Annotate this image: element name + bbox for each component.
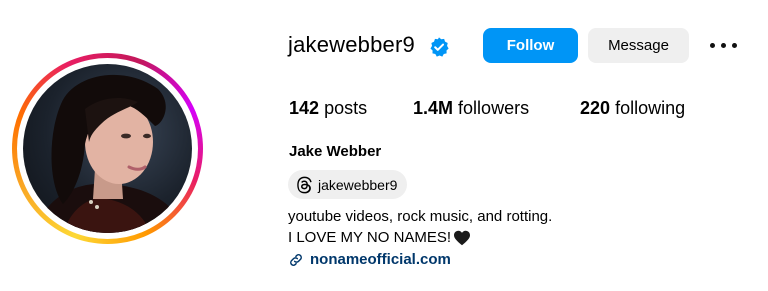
followers-label: followers	[458, 98, 530, 118]
profile-full-name: Jake Webber	[289, 143, 382, 160]
link-text[interactable]: nonameofficial.com	[310, 251, 451, 268]
threads-icon	[297, 176, 312, 193]
posts-count: 142	[289, 98, 320, 118]
following-label: following	[615, 98, 686, 118]
avatar-image	[33, 74, 188, 233]
follow-button[interactable]: Follow	[483, 28, 578, 63]
posts-label: posts	[324, 98, 368, 118]
profile-username: jakewebber9	[288, 32, 415, 57]
avatar[interactable]	[23, 64, 192, 233]
bio-line-2-text: I LOVE MY NO NAMES!	[288, 229, 452, 246]
story-ring[interactable]	[12, 53, 203, 244]
more-options-icon[interactable]	[710, 36, 738, 56]
followers-count: 1.4M	[413, 98, 454, 118]
posts-stat: 142 posts	[289, 98, 367, 119]
avatar-frame	[17, 58, 198, 239]
profile-link[interactable]: nonameofficial.com	[288, 251, 451, 268]
threads-badge-button[interactable]: jakewebber9	[288, 170, 408, 199]
black-heart-icon	[454, 230, 471, 245]
bio-line-2: I LOVE MY NO NAMES!	[288, 229, 471, 246]
threads-handle: jakewebber9	[318, 176, 398, 193]
message-button[interactable]: Message	[588, 28, 689, 63]
verified-badge-icon	[430, 37, 449, 57]
following-count: 220	[580, 98, 611, 118]
following-stat[interactable]: 220 following	[580, 98, 685, 119]
followers-stat[interactable]: 1.4M followers	[413, 98, 529, 119]
link-icon	[290, 253, 302, 266]
bio-line-1: youtube videos, rock music, and rotting.	[288, 208, 553, 225]
